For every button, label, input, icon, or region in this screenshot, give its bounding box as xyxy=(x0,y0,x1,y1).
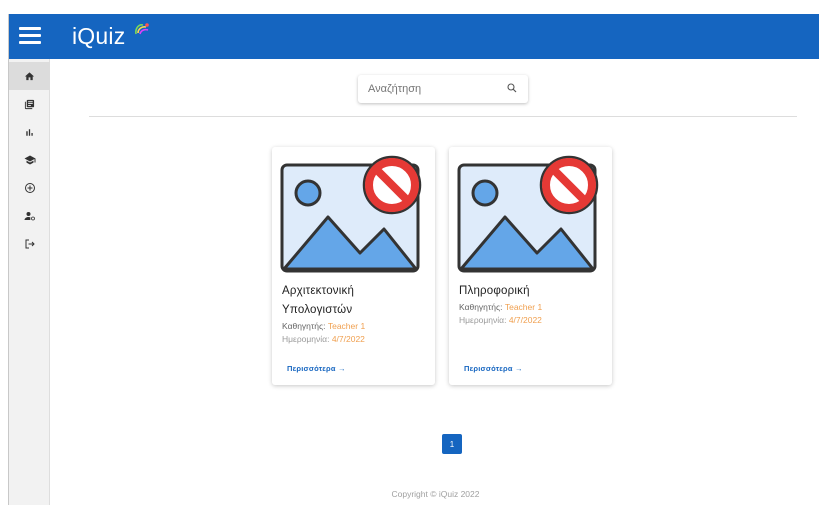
course-date: Ημερομηνία: 4/7/2022 xyxy=(459,315,542,325)
course-title: Αρχιτεκτονική Υπολογιστών xyxy=(282,285,355,316)
teacher-name: Teacher 1 xyxy=(504,302,543,312)
teacher-label: Καθηγητής: xyxy=(282,321,326,331)
pagination-page-button[interactable]: 1 xyxy=(442,434,462,454)
sidebar-item-home[interactable] xyxy=(9,62,50,90)
menu-icon[interactable] xyxy=(19,27,43,47)
sidebar-item-courses[interactable] xyxy=(9,90,50,118)
search-input[interactable] xyxy=(358,83,488,95)
sidebar-item-add[interactable] xyxy=(9,174,50,202)
image-unavailable-icon xyxy=(457,155,599,273)
teacher-name: Teacher 1 xyxy=(327,321,366,331)
divider xyxy=(89,116,797,117)
sidebar-item-school[interactable] xyxy=(9,146,50,174)
date-value: 4/7/2022 xyxy=(331,334,365,344)
app-title[interactable]: iQuiz xyxy=(72,23,125,50)
main-content: Αρχιτεκτονική Υπολογιστών Καθηγητής: Tea… xyxy=(51,59,819,505)
date-label: Ημερομηνία: xyxy=(459,315,507,325)
image-unavailable-icon xyxy=(280,155,422,273)
sidebar xyxy=(9,59,50,505)
logout-icon xyxy=(25,239,35,249)
add-circle-icon xyxy=(24,183,35,193)
course-card[interactable]: Αρχιτεκτονική Υπολογιστών Καθηγητής: Tea… xyxy=(272,147,435,385)
date-label: Ημερομηνία: xyxy=(282,334,330,344)
course-teacher: Καθηγητής: Teacher 1 xyxy=(282,321,365,331)
brand-logo-mark xyxy=(135,23,149,35)
sidebar-item-logout[interactable] xyxy=(9,230,50,258)
school-icon xyxy=(24,155,35,165)
course-date: Ημερομηνία: 4/7/2022 xyxy=(282,334,365,344)
sidebar-item-admin[interactable] xyxy=(9,202,50,230)
footer-copyright: Copyright © iQuiz 2022 xyxy=(391,489,480,499)
course-title: Πληροφορική xyxy=(459,285,530,297)
manage-accounts-icon xyxy=(24,212,35,221)
more-link[interactable]: Περισσότερα → xyxy=(464,364,523,373)
search-box xyxy=(358,75,528,103)
library-books-icon xyxy=(24,99,35,109)
home-icon xyxy=(24,71,35,80)
date-value: 4/7/2022 xyxy=(508,315,542,325)
more-link[interactable]: Περισσότερα → xyxy=(287,364,346,373)
sidebar-item-statistics[interactable] xyxy=(9,118,50,146)
course-teacher: Καθηγητής: Teacher 1 xyxy=(459,302,542,312)
teacher-label: Καθηγητής: xyxy=(459,302,503,312)
course-card[interactable]: Πληροφορική Καθηγητής: Teacher 1 Ημερομη… xyxy=(449,147,612,385)
bar-chart-icon xyxy=(26,128,33,136)
app-window: iQuiz Αναζήτηση Αρχιτεκτονική Υπολογιστώ… xyxy=(8,14,819,505)
search-icon[interactable] xyxy=(506,82,518,94)
top-app-bar: iQuiz xyxy=(9,14,819,59)
